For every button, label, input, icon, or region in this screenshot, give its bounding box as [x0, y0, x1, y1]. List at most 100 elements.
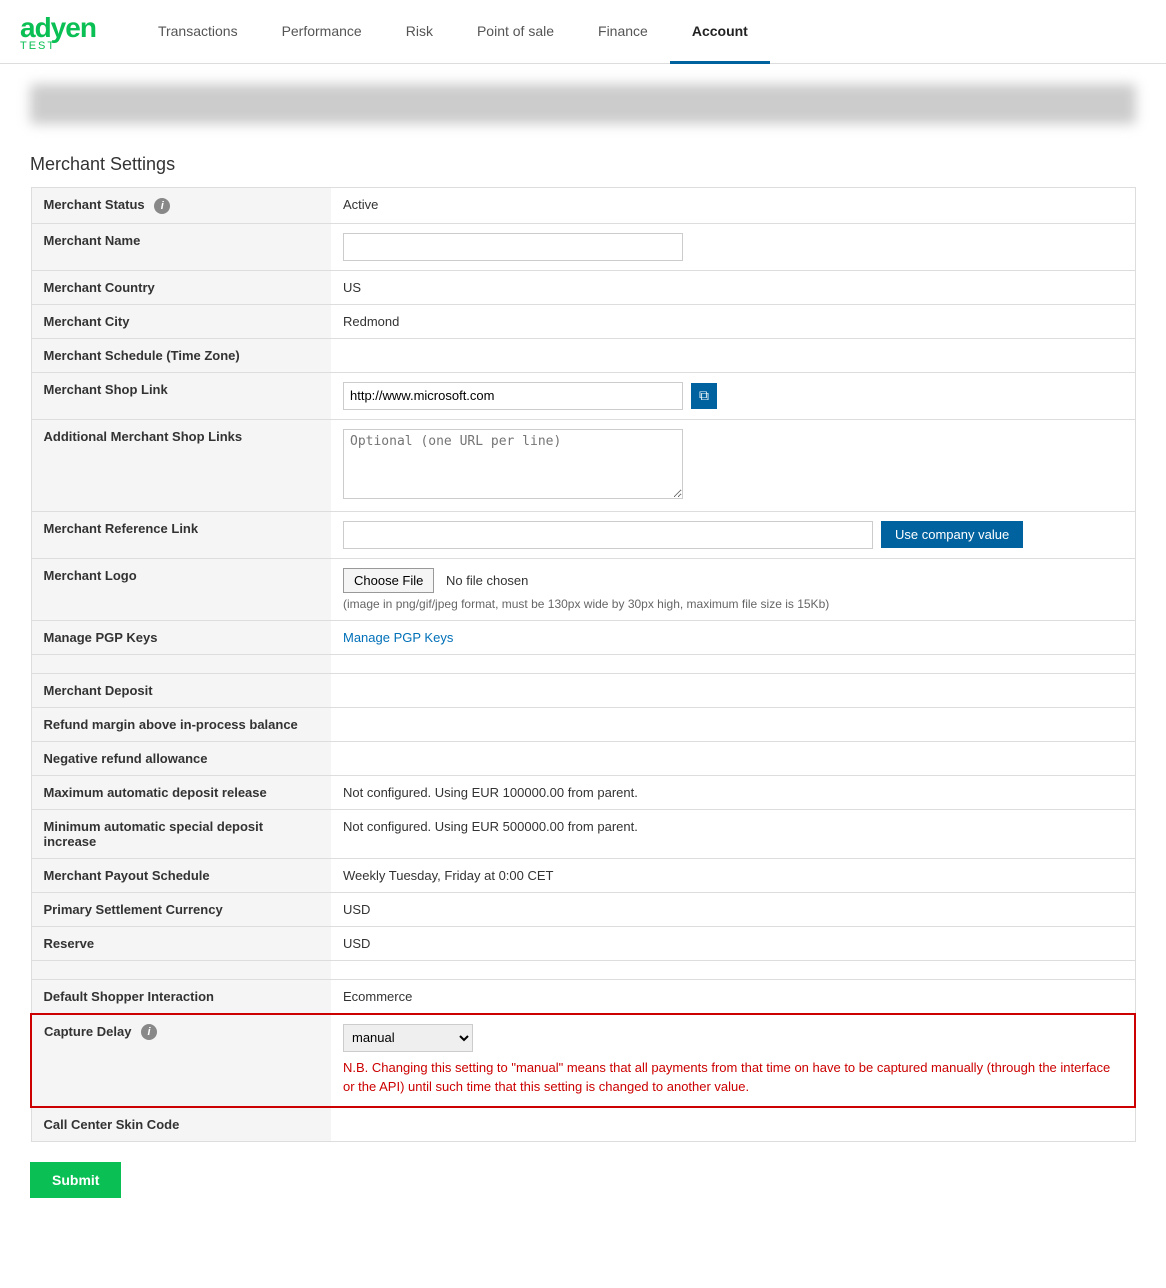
field-label: Negative refund allowance: [31, 741, 331, 775]
choose-file-button[interactable]: Choose File: [343, 568, 434, 593]
field-value: USD: [331, 926, 1135, 960]
field-label: [31, 960, 331, 979]
blurred-banner: [30, 84, 1136, 124]
field-value: [331, 419, 1135, 511]
copy-icon[interactable]: ⧉: [691, 383, 717, 409]
table-row: Merchant Schedule (Time Zone): [31, 338, 1135, 372]
field-value: ⧉: [331, 372, 1135, 419]
field-value: Not configured. Using EUR 500000.00 from…: [331, 809, 1135, 858]
logo-upload-wrap: Choose File No file chosen: [343, 568, 1123, 593]
field-label: Merchant Schedule (Time Zone): [31, 338, 331, 372]
field-value: Redmond: [331, 304, 1135, 338]
field-label: Additional Merchant Shop Links: [31, 419, 331, 511]
nav-item-pos[interactable]: Point of sale: [455, 0, 576, 64]
field-value: Use company value: [331, 511, 1135, 558]
ref-link-wrap: Use company value: [343, 521, 1123, 549]
table-row: Merchant Shop Link ⧉: [31, 372, 1135, 419]
table-row: Default Shopper Interaction Ecommerce: [31, 979, 1135, 1014]
nav-item-performance[interactable]: Performance: [260, 0, 384, 64]
table-row: [31, 960, 1135, 979]
field-label: Primary Settlement Currency: [31, 892, 331, 926]
field-label: Merchant Status i: [31, 188, 331, 224]
table-row: Additional Merchant Shop Links: [31, 419, 1135, 511]
section-title: Merchant Settings: [30, 154, 1136, 175]
table-row: Primary Settlement Currency USD: [31, 892, 1135, 926]
nav-item-finance[interactable]: Finance: [576, 0, 670, 64]
capture-delay-note: N.B. Changing this setting to "manual" m…: [343, 1058, 1122, 1097]
field-label: Merchant Logo: [31, 558, 331, 620]
field-value: Not configured. Using EUR 100000.00 from…: [331, 775, 1135, 809]
field-value: [331, 1107, 1135, 1142]
field-label: Default Shopper Interaction: [31, 979, 331, 1014]
field-label: Merchant Deposit: [31, 673, 331, 707]
field-value: manual immediate 1 2 3 4 5 N.B. Changing…: [331, 1014, 1135, 1107]
field-value: US: [331, 270, 1135, 304]
nav-links: Transactions Performance Risk Point of s…: [136, 0, 770, 63]
field-value: USD: [331, 892, 1135, 926]
table-row: Merchant City Redmond: [31, 304, 1135, 338]
logo-test: TEST: [20, 40, 56, 52]
merchant-name-input[interactable]: [343, 233, 683, 261]
field-label: Merchant Payout Schedule: [31, 858, 331, 892]
field-value: [331, 707, 1135, 741]
field-value: [331, 960, 1135, 979]
field-label: Merchant Reference Link: [31, 511, 331, 558]
capture-delay-row: Capture Delay i manual immediate 1 2 3 4…: [31, 1014, 1135, 1107]
field-label: Merchant Name: [31, 223, 331, 270]
field-label: Reserve: [31, 926, 331, 960]
table-row: Merchant Status i Active: [31, 188, 1135, 224]
nav-item-risk[interactable]: Risk: [384, 0, 455, 64]
field-value: Ecommerce: [331, 979, 1135, 1014]
nav-item-account[interactable]: Account: [670, 0, 770, 64]
field-label: Manage PGP Keys: [31, 620, 331, 654]
ref-link-input[interactable]: [343, 521, 873, 549]
field-label: Merchant Country: [31, 270, 331, 304]
field-value: Manage PGP Keys: [331, 620, 1135, 654]
file-chosen-label: No file chosen: [446, 573, 528, 588]
submit-button[interactable]: Submit: [30, 1162, 121, 1198]
page-content: Merchant Settings Merchant Status i Acti…: [0, 134, 1166, 1238]
table-row: Negative refund allowance: [31, 741, 1135, 775]
field-label: Minimum automatic special deposit increa…: [31, 809, 331, 858]
table-row: Merchant Payout Schedule Weekly Tuesday,…: [31, 858, 1135, 892]
table-row: Merchant Deposit: [31, 673, 1135, 707]
field-label: Merchant City: [31, 304, 331, 338]
shop-link-input[interactable]: [343, 382, 683, 410]
manage-pgp-link[interactable]: Manage PGP Keys: [343, 630, 453, 645]
table-row: Merchant Logo Choose File No file chosen…: [31, 558, 1135, 620]
nav-item-transactions[interactable]: Transactions: [136, 0, 260, 64]
shop-link-wrap: ⧉: [343, 382, 1123, 410]
table-row: Reserve USD: [31, 926, 1135, 960]
field-label: Refund margin above in-process balance: [31, 707, 331, 741]
table-row: Merchant Reference Link Use company valu…: [31, 511, 1135, 558]
logo-hint: (image in png/gif/jpeg format, must be 1…: [343, 597, 1123, 611]
field-value: [331, 223, 1135, 270]
field-label: [31, 654, 331, 673]
field-value: [331, 654, 1135, 673]
table-row: Call Center Skin Code: [31, 1107, 1135, 1142]
field-value: [331, 673, 1135, 707]
capture-delay-info-icon[interactable]: i: [141, 1024, 157, 1040]
use-company-button[interactable]: Use company value: [881, 521, 1023, 548]
table-row: Merchant Country US: [31, 270, 1135, 304]
field-value: [331, 338, 1135, 372]
table-row: Refund margin above in-process balance: [31, 707, 1135, 741]
table-row: Maximum automatic deposit release Not co…: [31, 775, 1135, 809]
settings-table: Merchant Status i Active Merchant Name M…: [30, 187, 1136, 1142]
field-value: Weekly Tuesday, Friday at 0:00 CET: [331, 858, 1135, 892]
table-row: [31, 654, 1135, 673]
table-row: Merchant Name: [31, 223, 1135, 270]
field-label: Merchant Shop Link: [31, 372, 331, 419]
table-row: Minimum automatic special deposit increa…: [31, 809, 1135, 858]
field-value: [331, 741, 1135, 775]
field-label: Maximum automatic deposit release: [31, 775, 331, 809]
navbar: adyen TEST Transactions Performance Risk…: [0, 0, 1166, 64]
additional-shop-links-input[interactable]: [343, 429, 683, 499]
capture-delay-select[interactable]: manual immediate 1 2 3 4 5: [343, 1024, 473, 1052]
table-row: Manage PGP Keys Manage PGP Keys: [31, 620, 1135, 654]
info-icon[interactable]: i: [154, 198, 170, 214]
field-value: Choose File No file chosen (image in png…: [331, 558, 1135, 620]
field-label: Call Center Skin Code: [31, 1107, 331, 1142]
field-label: Capture Delay i: [31, 1014, 331, 1107]
logo: adyen TEST: [20, 12, 96, 52]
